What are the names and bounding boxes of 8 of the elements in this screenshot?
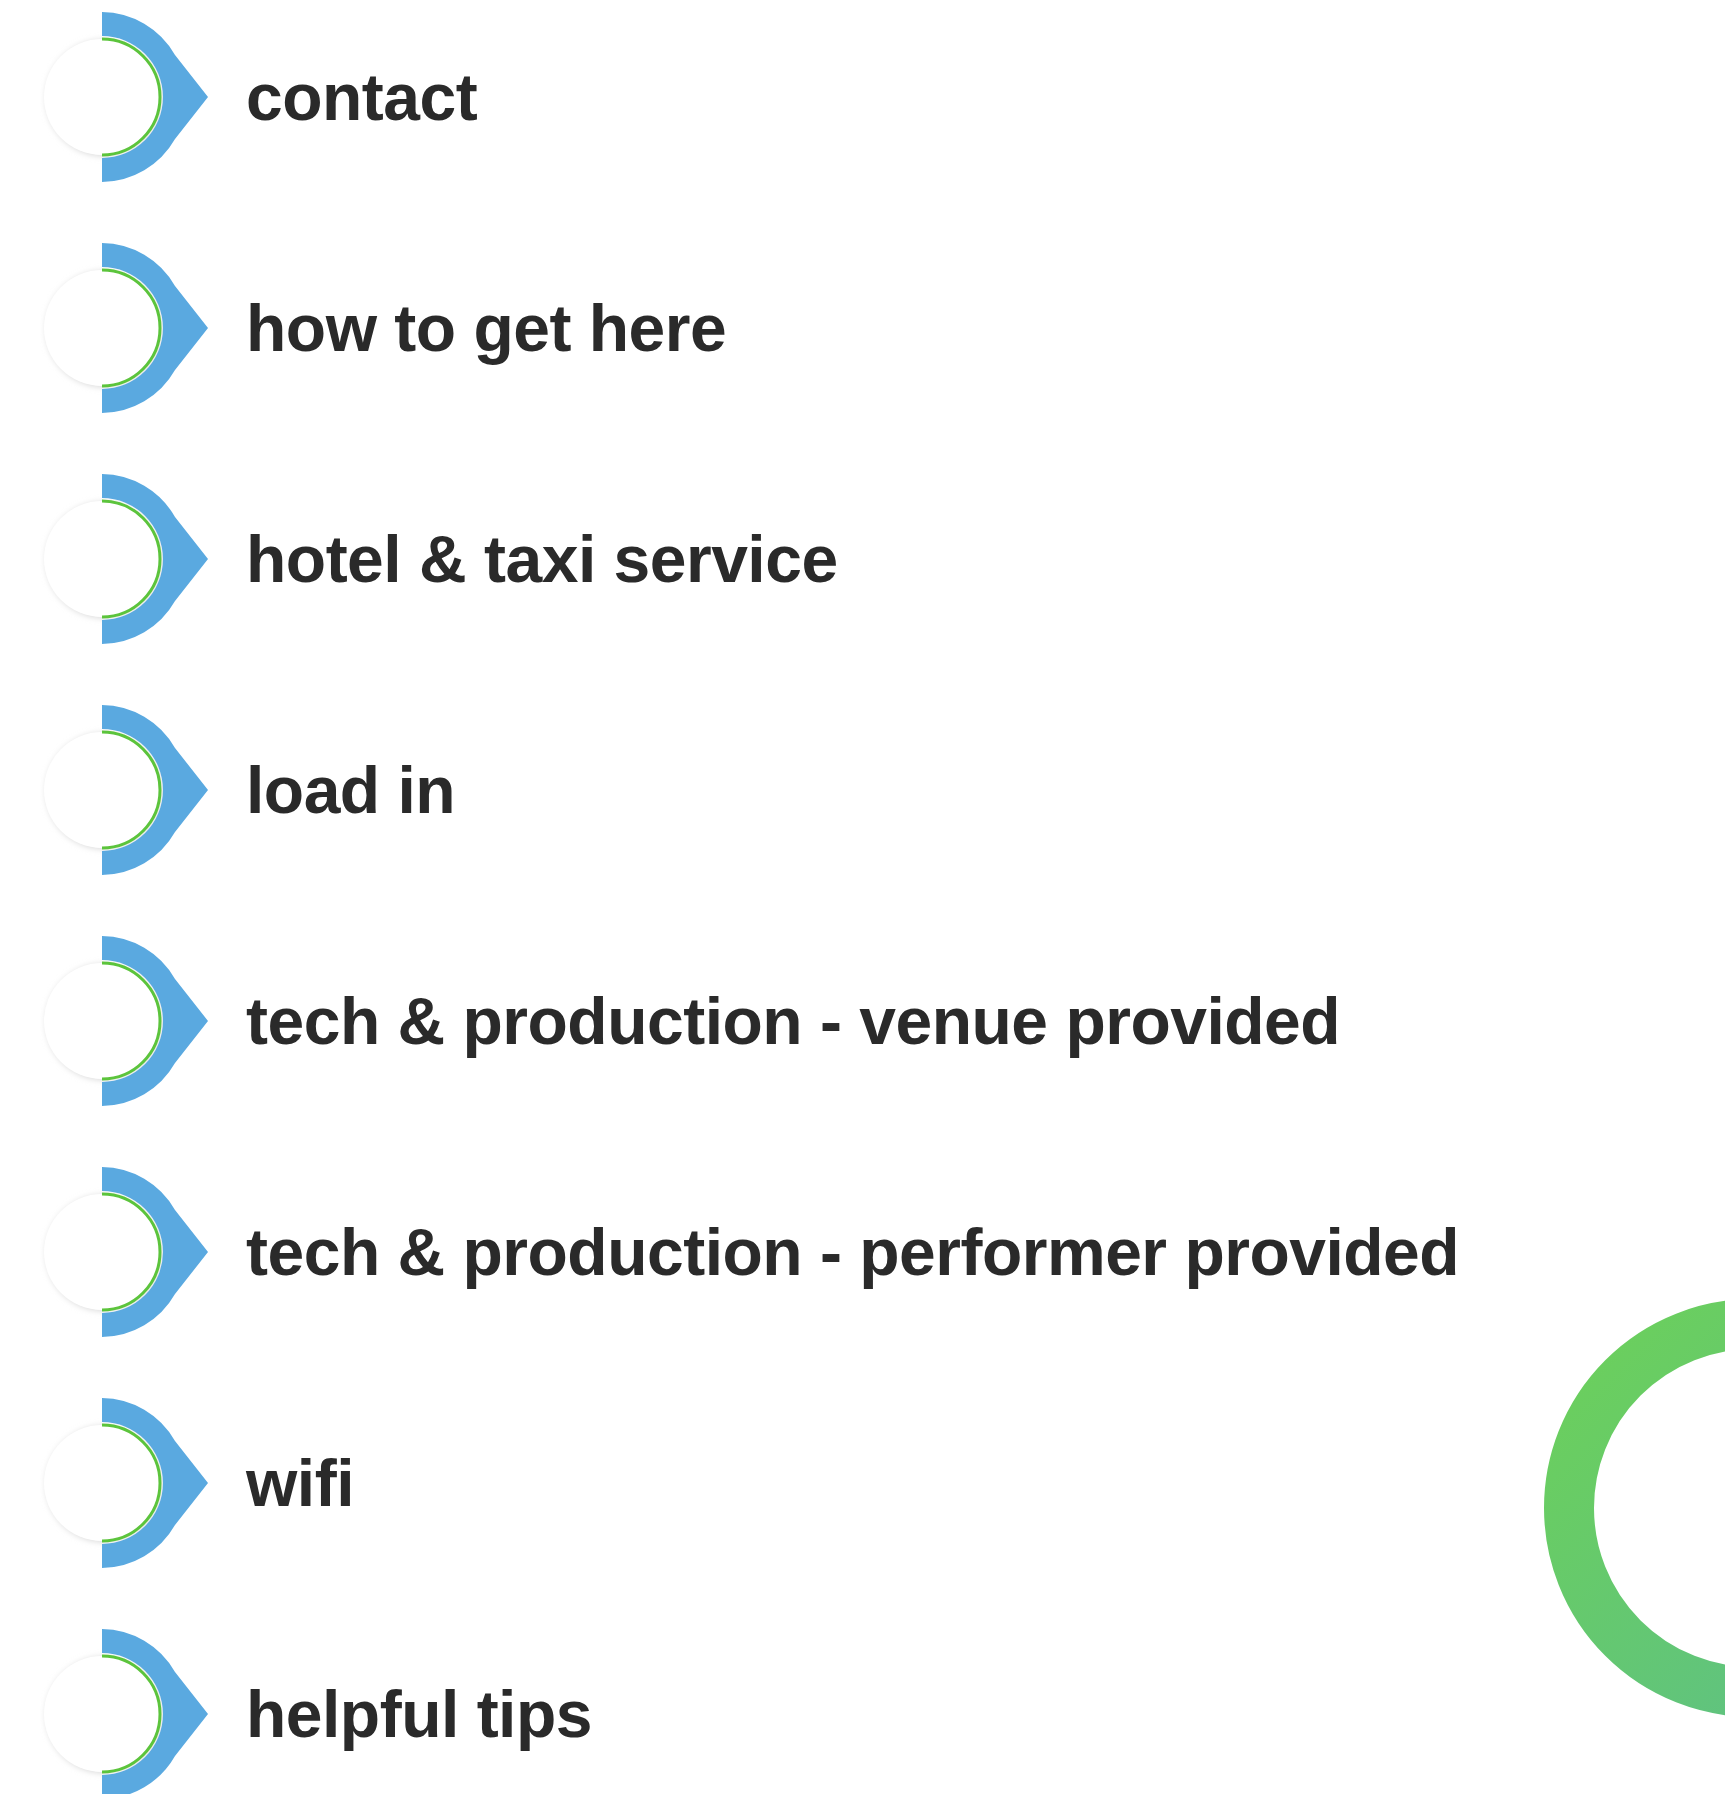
menu-link[interactable]: wifi [246, 1445, 354, 1521]
menu-link[interactable]: hotel & taxi service [246, 521, 838, 597]
menu-link[interactable]: contact [246, 59, 478, 135]
menu-link[interactable]: helpful tips [246, 1676, 592, 1752]
menu-link[interactable]: how to get here [246, 290, 727, 366]
menu-link[interactable]: tech & production - venue provided [246, 983, 1341, 1059]
menu-link[interactable]: tech & production - performer provided [246, 1214, 1460, 1290]
menu-link[interactable]: load in [246, 752, 456, 828]
